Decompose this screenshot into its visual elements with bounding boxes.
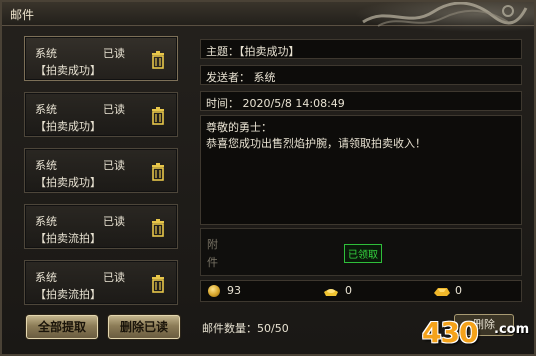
mail-status: 已读 (103, 215, 125, 228)
mail-status: 已读 (103, 159, 125, 172)
mail-sender: 系统 (35, 159, 57, 172)
gold-ingot-amount: 0 (455, 284, 462, 297)
mail-sender: 系统 (35, 215, 57, 228)
claimed-badge: 已领取 (344, 244, 382, 263)
list-item[interactable]: 系统 已读 【拍卖流拍】 (24, 260, 178, 305)
body-greeting: 尊敬的勇士： (206, 121, 272, 134)
mail-subject: 【拍卖成功】 (35, 176, 101, 189)
delete-read-button[interactable]: 删除已读 (108, 315, 180, 339)
mail-subject: 【拍卖成功】 (35, 120, 101, 133)
mail-status: 已读 (103, 47, 125, 60)
claim-all-button[interactable]: 全部提取 (26, 315, 98, 339)
time-field: 时间： 2020/5/8 14:08:49 (200, 91, 522, 111)
list-item[interactable]: 系统 已读 【拍卖成功】 (24, 92, 178, 137)
silver-ingot-icon (324, 289, 338, 296)
mail-status: 已读 (103, 271, 125, 284)
mail-count: 邮件数量：50/50 (202, 322, 289, 335)
watermark-logo: 430 .com (418, 312, 530, 352)
subject-text: 主题：【拍卖成功】 (206, 45, 300, 58)
trash-icon[interactable] (151, 51, 165, 69)
list-item[interactable]: 系统 已读 【拍卖成功】 (24, 148, 178, 193)
mail-window: 邮件 系统 已读 【拍卖成功】 系统 已读 【拍卖成功】 系统 已读 【拍卖成功… (0, 0, 536, 356)
mail-sender: 系统 (35, 271, 57, 284)
mail-sender: 系统 (35, 103, 57, 116)
title-bar[interactable]: 邮件 (2, 2, 534, 32)
gold-coin-icon (208, 285, 220, 297)
gold-ingot-icon (434, 288, 450, 296)
sender-field: 发送者： 系统 (200, 65, 522, 85)
watermark-suffix: .com (494, 322, 530, 337)
mail-subject: 【拍卖成功】 (35, 64, 101, 77)
list-item[interactable]: 系统 已读 【拍卖流拍】 (24, 204, 178, 249)
trash-icon[interactable] (151, 275, 165, 293)
list-item[interactable]: 系统 已读 【拍卖成功】 (24, 36, 178, 81)
resource-bar: 93 0 0 (200, 280, 522, 302)
dragon-ornament-icon (354, 2, 534, 32)
mail-subject: 【拍卖流拍】 (35, 232, 101, 245)
attachment-label: 件 (207, 256, 218, 269)
silver-ingot-amount: 0 (345, 284, 352, 297)
attachment-label: 附 (207, 238, 218, 251)
trash-icon[interactable] (151, 107, 165, 125)
trash-icon[interactable] (151, 219, 165, 237)
watermark-text: 430 (422, 316, 478, 349)
gold-amount: 93 (227, 284, 241, 297)
time-text: 时间： 2020/5/8 14:08:49 (206, 97, 345, 110)
body-text: 恭喜您成功出售烈焰护腕，请领取拍卖收入！ (206, 137, 426, 150)
trash-icon[interactable] (151, 163, 165, 181)
window-title: 邮件 (10, 8, 35, 22)
mail-subject: 【拍卖流拍】 (35, 288, 101, 301)
mail-sender: 系统 (35, 47, 57, 60)
attachment-area: 附 件 已领取 (200, 228, 522, 276)
mail-body: 尊敬的勇士： 恭喜您成功出售烈焰护腕，请领取拍卖收入！ (200, 115, 522, 225)
subject-field: 主题：【拍卖成功】 (200, 39, 522, 59)
mail-status: 已读 (103, 103, 125, 116)
mail-list: 系统 已读 【拍卖成功】 系统 已读 【拍卖成功】 系统 已读 【拍卖成功】 系… (22, 36, 180, 306)
sender-text: 发送者： 系统 (206, 71, 276, 84)
